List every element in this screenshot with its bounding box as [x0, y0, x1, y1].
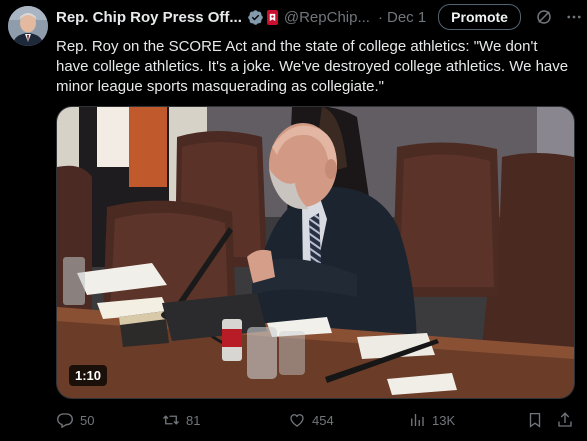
affiliation-badge-icon[interactable] [266, 9, 278, 25]
display-name[interactable]: Rep. Chip Roy Press Off... [56, 9, 242, 26]
reply-icon [57, 413, 73, 429]
video-frame [57, 107, 574, 398]
timestamp[interactable]: Dec 1 [387, 9, 426, 26]
more-icon[interactable] [565, 8, 583, 26]
verified-badge-icon[interactable] [247, 9, 264, 26]
repost-icon [163, 415, 179, 425]
like-count: 454 [312, 412, 334, 428]
video-duration: 1:10 [69, 365, 108, 386]
like-button[interactable]: 454 [288, 411, 334, 429]
views-button[interactable]: 13K [408, 411, 455, 429]
grok-icon[interactable] [535, 8, 553, 26]
bookmark-icon [529, 412, 541, 428]
action-bar: 50 81 454 13K [56, 411, 576, 431]
video-player[interactable]: 1:10 [56, 106, 575, 399]
share-icon [558, 412, 572, 427]
tweet[interactable]: Rep. Chip Roy Press Off... @RepChip... ·… [0, 0, 587, 441]
separator-dot: · [377, 8, 383, 26]
promote-button[interactable]: Promote [438, 4, 521, 30]
share-button[interactable] [556, 411, 574, 429]
repost-button[interactable]: 81 [162, 411, 200, 429]
views-icon [411, 414, 424, 426]
views-count: 13K [432, 412, 456, 428]
bookmark-button[interactable] [526, 411, 544, 429]
repost-count: 81 [186, 412, 201, 428]
avatar-image [8, 6, 48, 46]
handle[interactable]: @RepChip... [284, 9, 370, 26]
heart-icon [290, 414, 304, 427]
avatar[interactable] [8, 6, 48, 46]
tweet-text: Rep. Roy on the SCORE Act and the state … [56, 38, 569, 95]
reply-button[interactable]: 50 [56, 411, 94, 429]
reply-count: 50 [80, 412, 95, 428]
tweet-header: Rep. Chip Roy Press Off... @RepChip... ·… [56, 4, 581, 30]
